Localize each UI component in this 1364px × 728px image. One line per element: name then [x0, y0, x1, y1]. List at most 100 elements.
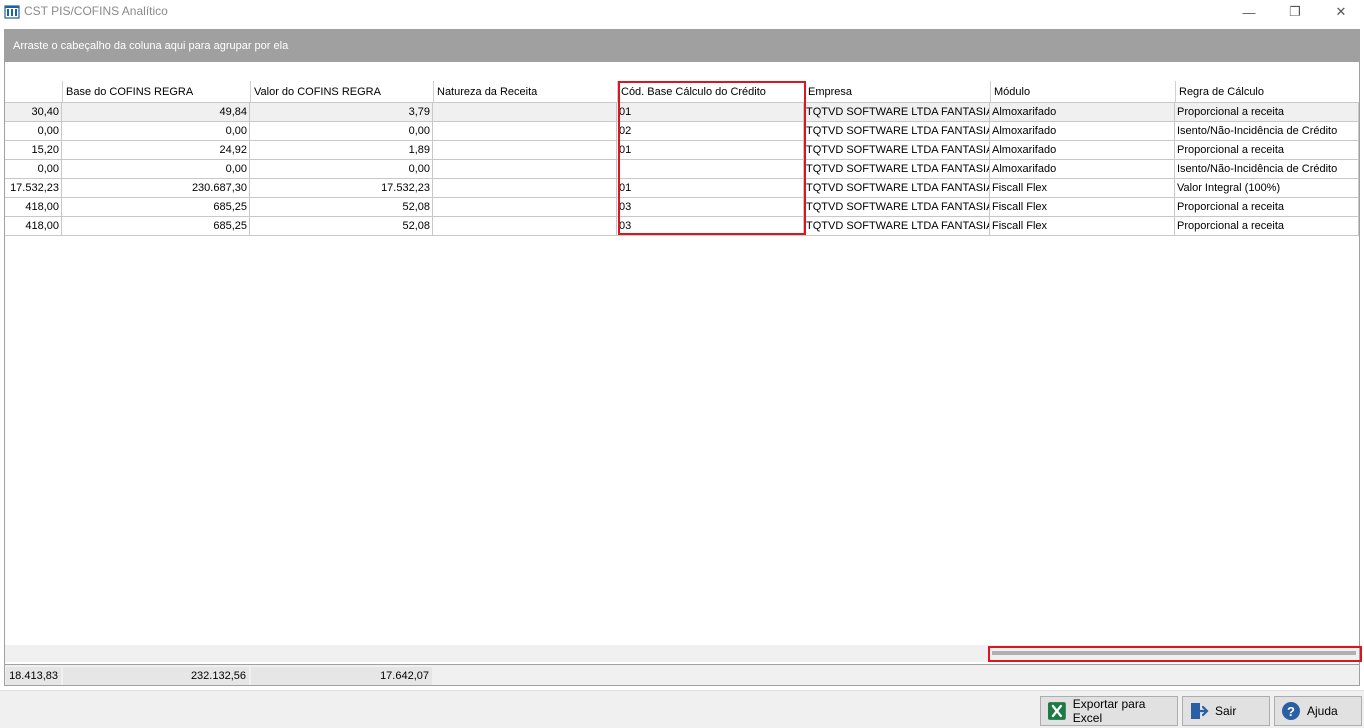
column-header[interactable] — [5, 82, 62, 102]
app-icon — [4, 5, 20, 19]
table-cell[interactable]: 230.687,30 — [62, 179, 250, 198]
table-cell[interactable]: 0,00 — [250, 160, 433, 179]
column-header[interactable]: Valor do COFINS REGRA — [250, 82, 433, 102]
restore-button[interactable]: ❐ — [1272, 0, 1318, 24]
table-cell[interactable]: Proporcional a receita — [1175, 198, 1359, 217]
table-cell[interactable]: 0,00 — [62, 122, 250, 141]
help-question-icon: ? — [1282, 702, 1300, 720]
column-separator[interactable] — [990, 81, 991, 103]
table-cell[interactable]: 0,00 — [250, 122, 433, 141]
table-cell[interactable]: 01 — [617, 103, 804, 122]
table-row[interactable]: 418,00 685,25 52,08 03 TQTVD SOFTWARE LTDA F… — [5, 198, 1359, 217]
column-separator[interactable] — [250, 81, 251, 103]
table-cell[interactable]: 01 — [617, 179, 804, 198]
table-cell[interactable]: TQTVD SOFTWARE LTDA FANTASIA — [804, 141, 990, 160]
minimize-button[interactable]: — — [1226, 0, 1272, 24]
horizontal-scrollbar[interactable] — [5, 645, 1359, 662]
table-cell[interactable] — [433, 217, 617, 236]
scrollbar-thumb[interactable] — [992, 651, 1356, 655]
table-cell[interactable]: 49,84 — [62, 103, 250, 122]
table-cell[interactable]: 52,08 — [250, 217, 433, 236]
table-cell[interactable]: Fiscall Flex — [990, 179, 1175, 198]
table-cell[interactable]: TQTVD SOFTWARE LTDA FANTASIA — [804, 103, 990, 122]
table-cell[interactable]: 0,00 — [5, 160, 62, 179]
table-cell[interactable]: Proporcional a receita — [1175, 141, 1359, 160]
table-cell[interactable]: 03 — [617, 198, 804, 217]
column-header[interactable]: Regra de Cálculo — [1175, 82, 1359, 102]
column-separator[interactable] — [433, 81, 434, 103]
table-cell[interactable]: 03 — [617, 217, 804, 236]
table-row[interactable]: 17.532,23 230.687,30 17.532,23 01 TQTVD SOFT… — [5, 179, 1359, 198]
table-cell[interactable]: Valor Integral (100%) — [1175, 179, 1359, 198]
table-cell[interactable]: 0,00 — [62, 160, 250, 179]
column-separator[interactable] — [804, 81, 805, 103]
column-header[interactable]: Natureza da Receita — [433, 82, 617, 102]
exit-label: Sair — [1215, 704, 1237, 718]
table-cell[interactable]: TQTVD SOFTWARE LTDA FANTASIA — [804, 217, 990, 236]
column-separator[interactable] — [1175, 81, 1176, 103]
table-cell[interactable]: TQTVD SOFTWARE LTDA FANTASIA — [804, 160, 990, 179]
table-cell[interactable]: 685,25 — [62, 198, 250, 217]
table-cell[interactable] — [433, 141, 617, 160]
table-cell[interactable]: 0,00 — [5, 122, 62, 141]
table-cell[interactable]: TQTVD SOFTWARE LTDA FANTASIA — [804, 179, 990, 198]
table-cell[interactable]: TQTVD SOFTWARE LTDA FANTASIA — [804, 198, 990, 217]
column-header[interactable]: Cód. Base Cálculo do Crédito — [617, 82, 804, 102]
table-cell[interactable]: 01 — [617, 141, 804, 160]
column-header[interactable]: Base do COFINS REGRA — [62, 82, 250, 102]
table-cell[interactable] — [433, 160, 617, 179]
table-cell[interactable]: 418,00 — [5, 198, 62, 217]
table-cell[interactable]: 02 — [617, 122, 804, 141]
title-bar: CST PIS/COFINS Analítico — ❐ ✕ — [0, 0, 1364, 24]
table-cell[interactable]: 685,25 — [62, 217, 250, 236]
table-cell[interactable] — [433, 103, 617, 122]
table-cell[interactable] — [433, 198, 617, 217]
table-cell[interactable]: Almoxarifado — [990, 160, 1175, 179]
table-cell[interactable]: 17.532,23 — [5, 179, 62, 198]
column-header[interactable]: Empresa — [804, 82, 990, 102]
column-separator[interactable] — [62, 81, 63, 103]
exit-door-icon — [1191, 703, 1209, 719]
excel-icon — [1047, 702, 1066, 720]
export-excel-button[interactable]: Exportar para Excel — [1040, 696, 1178, 726]
table-cell[interactable] — [433, 122, 617, 141]
table-row[interactable]: 418,00 685,25 52,08 03 TQTVD SOFTWARE LTDA F… — [5, 217, 1359, 236]
table-cell[interactable]: 418,00 — [5, 217, 62, 236]
exit-button[interactable]: Sair — [1182, 696, 1270, 726]
table-row[interactable]: 15,20 24,92 1,89 01 TQTVD SOFTWARE LTDA FANT… — [5, 141, 1359, 160]
help-button[interactable]: ? Ajuda — [1274, 696, 1362, 726]
summary-footer: 18.413,83 232.132,56 17.642,07 — [5, 664, 1359, 685]
footer-total: 17.642,07 — [251, 667, 432, 685]
footer-total: 232.132,56 — [63, 667, 249, 685]
column-separator[interactable] — [617, 81, 618, 103]
table-cell[interactable]: Isento/Não-Incidência de Crédito — [1175, 122, 1359, 141]
group-by-panel[interactable]: Arraste o cabeçalho da coluna aqui para … — [4, 29, 1360, 62]
table-cell[interactable] — [617, 160, 804, 179]
table-cell[interactable]: 24,92 — [62, 141, 250, 160]
table-cell[interactable]: 52,08 — [250, 198, 433, 217]
table-cell[interactable]: Isento/Não-Incidência de Crédito — [1175, 160, 1359, 179]
table-cell[interactable]: 1,89 — [250, 141, 433, 160]
table-cell[interactable]: Proporcional a receita — [1175, 217, 1359, 236]
table-cell[interactable]: TQTVD SOFTWARE LTDA FANTASIA — [804, 122, 990, 141]
table-cell[interactable]: Fiscall Flex — [990, 217, 1175, 236]
table-cell[interactable]: Proporcional a receita — [1175, 103, 1359, 122]
table-cell[interactable] — [433, 179, 617, 198]
table-cell[interactable]: Almoxarifado — [990, 103, 1175, 122]
table-cell[interactable]: Almoxarifado — [990, 122, 1175, 141]
close-button[interactable]: ✕ — [1318, 0, 1364, 24]
export-excel-label: Exportar para Excel — [1072, 697, 1146, 725]
table-row[interactable]: 0,00 0,00 0,00 TQTVD SOFTWARE LTDA FANTASIA… — [5, 160, 1359, 179]
table-cell[interactable]: 3,79 — [250, 103, 433, 122]
footer-total: 18.413,83 — [6, 667, 61, 685]
column-header[interactable]: Módulo — [990, 82, 1175, 102]
table-row[interactable]: 0,00 0,00 0,00 02 TQTVD SOFTWARE LTDA FANTAS… — [5, 122, 1359, 141]
table-cell[interactable]: 17.532,23 — [250, 179, 433, 198]
table-cell[interactable]: Almoxarifado — [990, 141, 1175, 160]
svg-text:?: ? — [1287, 704, 1295, 719]
table-cell[interactable]: 15,20 — [5, 141, 62, 160]
table-cell[interactable]: Fiscall Flex — [990, 198, 1175, 217]
bottom-toolbar: Exportar para Excel Sair ? Ajuda — [0, 690, 1364, 728]
table-cell[interactable]: 30,40 — [5, 103, 62, 122]
table-row[interactable]: 30,40 49,84 3,79 01 TQTVD SOFTWARE LTDA FANT… — [5, 103, 1359, 122]
